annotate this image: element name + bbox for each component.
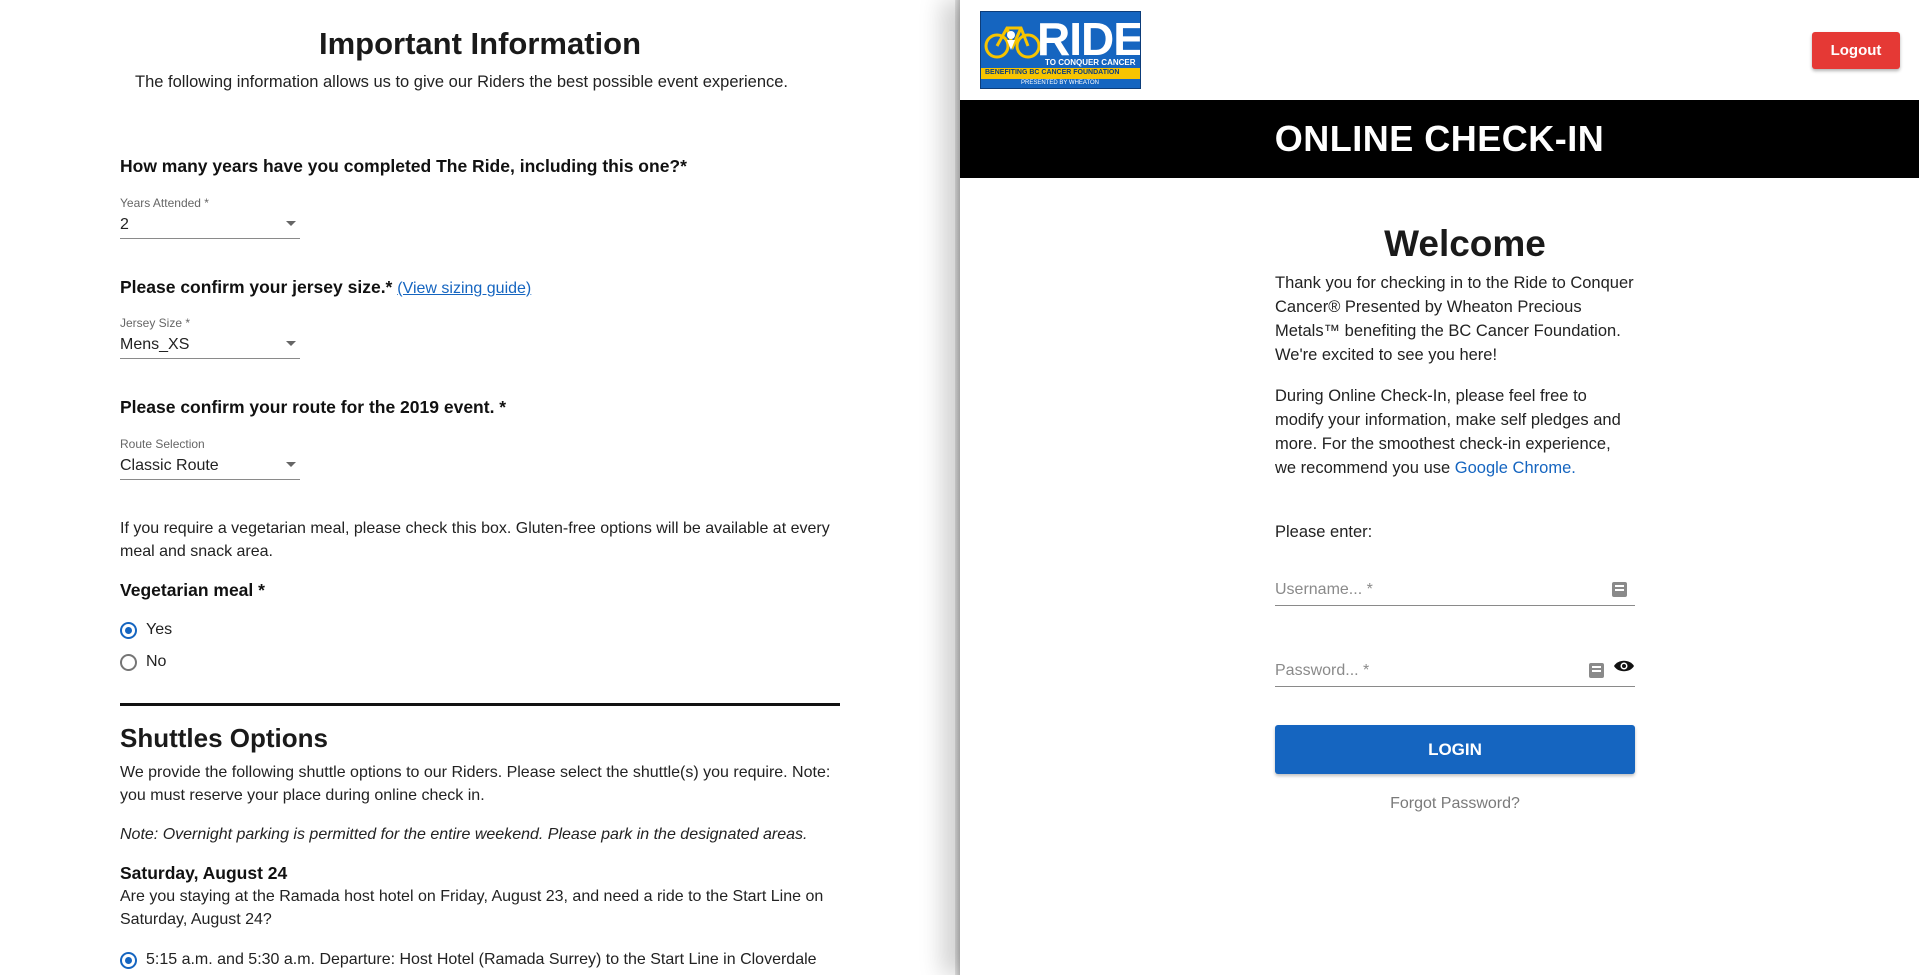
- years-attended-value: 2: [120, 216, 129, 233]
- login-prompt: Please enter:: [1275, 523, 1373, 541]
- route-select[interactable]: Classic Route: [120, 453, 300, 480]
- logo-beneficiary: BENEFITING BC CANCER FOUNDATION: [985, 69, 1120, 76]
- username-placeholder: Username... *: [1275, 581, 1373, 598]
- jersey-size-value: Mens_XS: [120, 336, 190, 353]
- page-banner: ONLINE CHECK-IN: [960, 100, 1919, 178]
- browser-recommendation: During Online Check-In, please feel free…: [1275, 384, 1635, 480]
- meal-option-yes[interactable]: Yes: [120, 621, 172, 639]
- chevron-down-icon: [286, 221, 296, 226]
- meal-question: Vegetarian meal *: [120, 580, 265, 600]
- route-question: Please confirm your route for the 2019 e…: [120, 397, 507, 417]
- key-icon[interactable]: [1589, 663, 1604, 678]
- shuttle-option-1-label: 5:15 a.m. and 5:30 a.m. Departure: Host …: [146, 951, 817, 968]
- jersey-question-text: Please confirm your jersey size.*: [120, 277, 393, 297]
- shuttles-intro: We provide the following shuttle options…: [120, 764, 831, 804]
- shuttle-option-1[interactable]: 5:15 a.m. and 5:30 a.m. Departure: Host …: [120, 951, 817, 969]
- meal-option-no[interactable]: No: [120, 653, 166, 671]
- password-field[interactable]: Password... *: [1275, 656, 1635, 687]
- years-attended-select[interactable]: 2: [120, 212, 300, 239]
- logo-sponsor: PRESENTED BY WHEATON: [1021, 80, 1100, 86]
- logout-button[interactable]: Logout: [1812, 32, 1900, 69]
- shuttle-day-heading: Saturday, August 24: [120, 863, 288, 883]
- login-button[interactable]: LOGIN: [1275, 725, 1635, 774]
- username-field[interactable]: Username... *: [1275, 575, 1635, 606]
- radio-unchecked-icon: [120, 653, 137, 671]
- intro-text: The following information allows us to g…: [135, 73, 789, 91]
- section-divider: [120, 703, 840, 706]
- meal-option-yes-label: Yes: [146, 621, 173, 638]
- important-info-panel: Important Information The following info…: [0, 0, 960, 975]
- shuttle-day-question: Are you staying at the Ramada host hotel…: [120, 888, 824, 928]
- welcome-heading: Welcome: [1384, 223, 1546, 264]
- shuttles-title: Shuttles Options: [120, 723, 328, 753]
- meal-note: If you require a vegetarian meal, please…: [120, 520, 830, 560]
- forgot-password-link[interactable]: Forgot Password?: [1275, 795, 1635, 813]
- chevron-down-icon: [286, 462, 296, 467]
- logo-tagline: TO CONQUER CANCER: [1045, 58, 1136, 67]
- jersey-question: Please confirm your jersey size.* (View …: [120, 277, 531, 298]
- welcome-text: Thank you for checking in to the Ride to…: [1275, 274, 1634, 364]
- meal-option-no-label: No: [146, 653, 167, 670]
- shuttles-note: Note: Overnight parking is permitted for…: [120, 826, 808, 843]
- radio-checked-icon: [120, 951, 137, 969]
- years-question: How many years have you completed The Ri…: [120, 156, 687, 176]
- route-value: Classic Route: [120, 457, 219, 474]
- password-placeholder: Password... *: [1275, 662, 1370, 679]
- route-field-label: Route Selection: [120, 437, 205, 451]
- google-chrome-link[interactable]: Google Chrome.: [1455, 459, 1576, 477]
- key-icon[interactable]: [1612, 582, 1627, 597]
- radio-checked-icon: [120, 621, 137, 639]
- bicycle-icon: [984, 26, 1041, 66]
- sizing-guide-link[interactable]: (View sizing guide): [397, 280, 531, 297]
- years-field-label: Years Attended *: [120, 196, 209, 210]
- jersey-field-label: Jersey Size *: [120, 316, 191, 330]
- jersey-size-select[interactable]: Mens_XS: [120, 332, 300, 359]
- page-title: Important Information: [318, 26, 642, 61]
- chevron-down-icon: [286, 341, 296, 346]
- eye-icon[interactable]: [1613, 659, 1635, 673]
- ride-logo: RIDE TO CONQUER CANCER BENEFITING BC CAN…: [980, 11, 1141, 89]
- check-in-panel: RIDE TO CONQUER CANCER BENEFITING BC CAN…: [960, 0, 1919, 975]
